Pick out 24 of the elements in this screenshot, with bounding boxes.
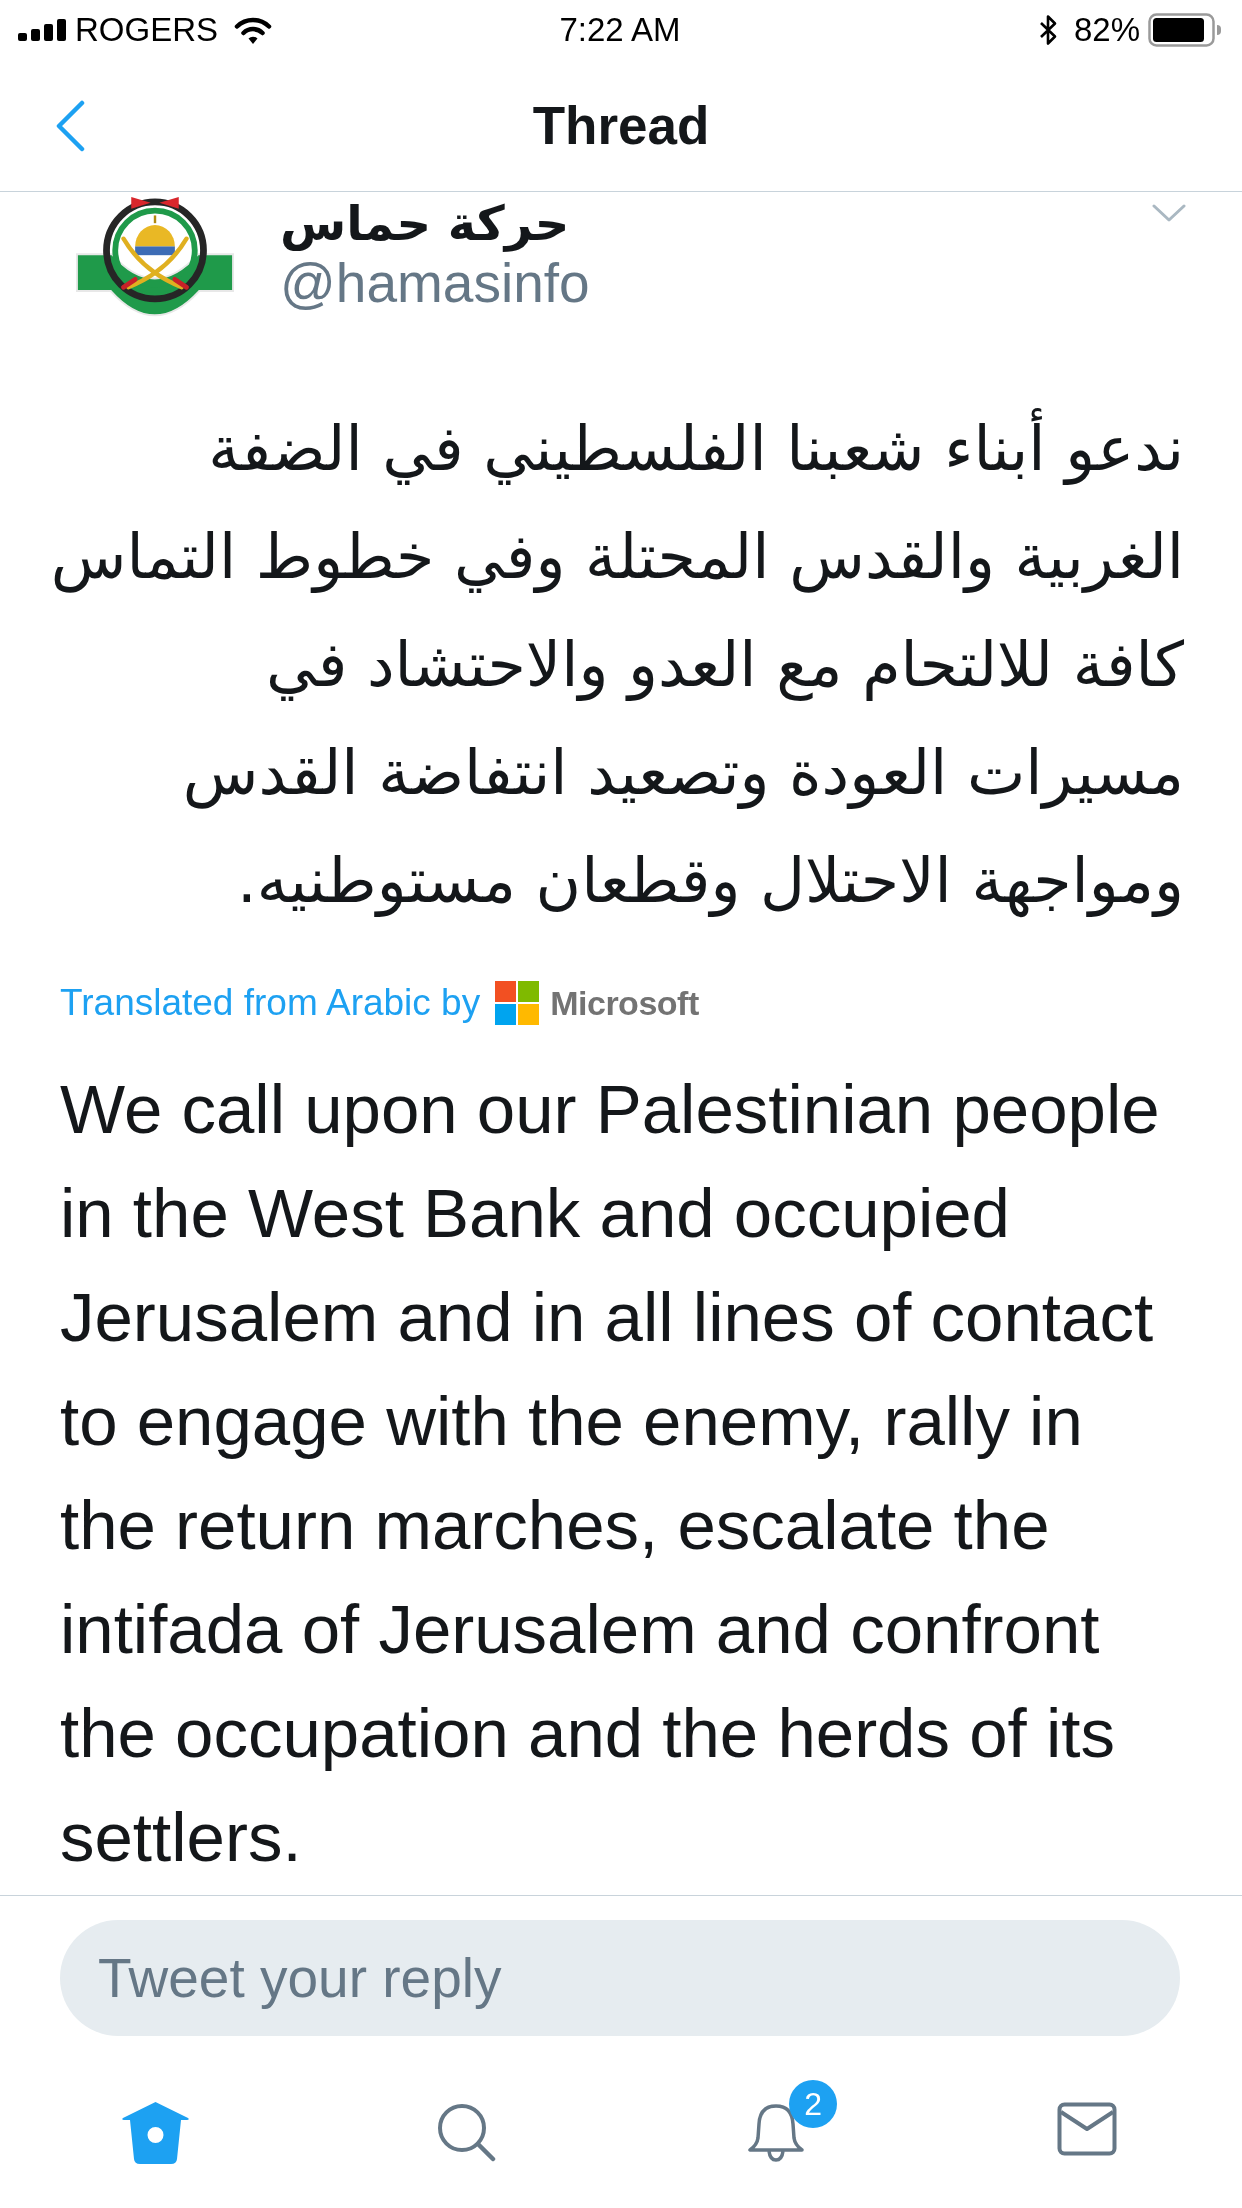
- carrier-name: ROGERS: [75, 11, 219, 49]
- search-icon: [435, 2102, 496, 2162]
- signal-icon: [18, 19, 66, 41]
- tweet-text-arabic: ندعو أبناء شعبنا الفلسطيني في الضفة الغربية والقدس المحتلة وفي خطوط التماس كافة للالتحام مع العدو والاحتشاد في مسيرات العودة وتصعيد انتفاضة القدس ومواجهة الاحتلال وقطعان مستوطنيه.: [50, 395, 1184, 935]
- reply-field[interactable]: Tweet your reply: [60, 1920, 1180, 2036]
- screen-title: Thread: [532, 94, 710, 157]
- bluetooth-icon: [1037, 13, 1058, 47]
- notification-count-badge: 2: [789, 2080, 838, 2128]
- user-handle: @hamasinfo: [280, 252, 590, 314]
- bell-icon: [746, 2102, 807, 2162]
- notifications-tab[interactable]: 2: [712, 2074, 841, 2168]
- tweet-translation: We call upon our Palestinian people in the West Bank and occupied Jerusalem and in all lines of contact to engage with the enemy, rally in the return marches, escalate the intifada of Jerusalem and confront the occupation and the herds of its settlers.: [60, 1070, 1161, 1878]
- translator-name: Microsoft: [550, 983, 699, 1023]
- display-name: حركة حماس: [280, 194, 570, 252]
- chevron-down-icon: [1152, 204, 1186, 222]
- translation-note: Translated from Arabic by: [60, 982, 481, 1024]
- wifi-icon: [234, 16, 273, 44]
- battery-icon: [1148, 13, 1222, 47]
- envelope-icon: [1056, 2102, 1117, 2156]
- clock-time: 7:22 AM: [559, 11, 681, 49]
- battery-percentage: 82%: [1073, 11, 1140, 49]
- chevron-left-icon: [54, 99, 86, 152]
- home-icon: [120, 2102, 190, 2164]
- four-squares-icon: [495, 981, 540, 1025]
